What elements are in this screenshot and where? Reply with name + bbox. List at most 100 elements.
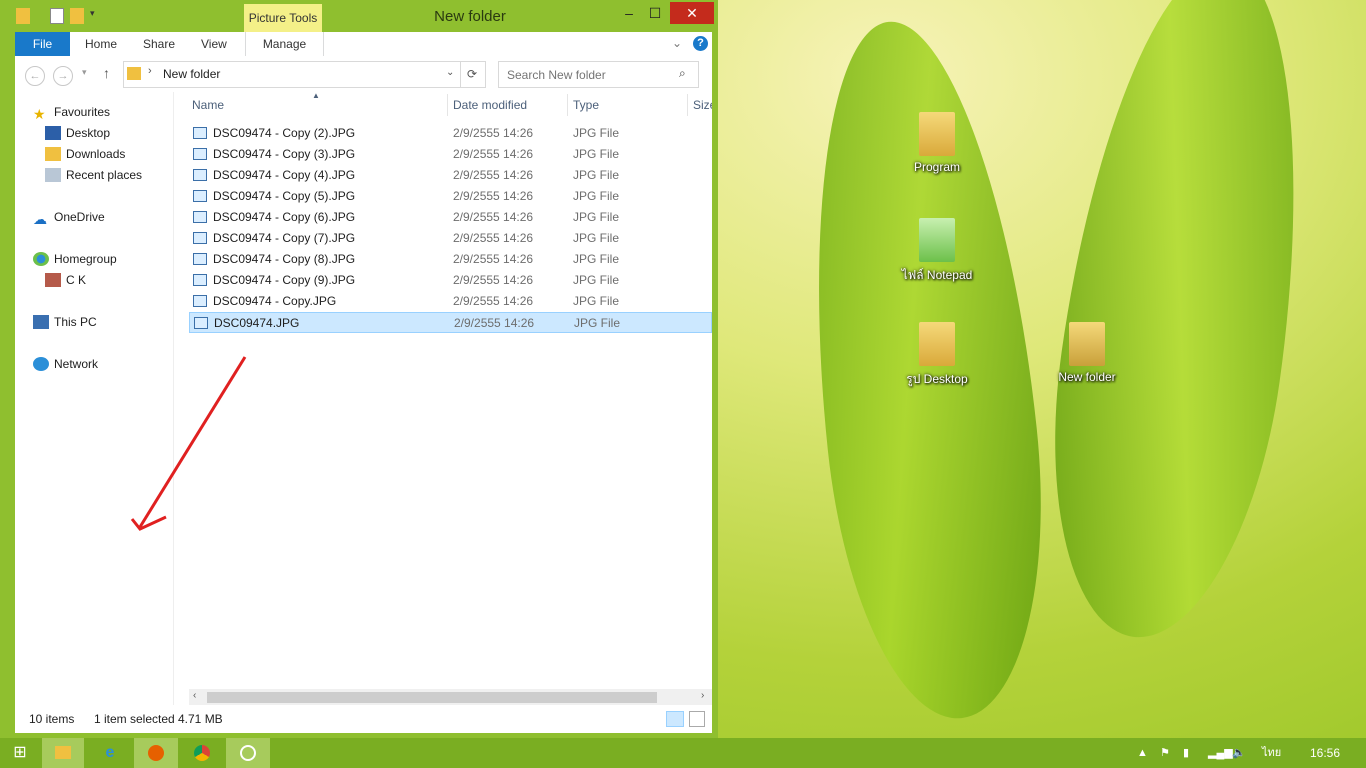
action-center-flag-icon[interactable]: ⚑ [1160, 738, 1170, 768]
forward-button[interactable]: → [53, 66, 73, 86]
nav-network[interactable]: Network [33, 354, 98, 374]
nav-homegroup[interactable]: Homegroup [33, 249, 117, 269]
title-bar: ▾ Picture Tools New folder – ☐ ✕ [0, 0, 718, 34]
table-row[interactable]: DSC09474 - Copy (6).JPG 2/9/2555 14:26 JPG… [189, 207, 712, 228]
volume-icon[interactable]: 🔈 [1232, 738, 1246, 768]
search-input[interactable] [505, 67, 669, 83]
jpg-file-icon [193, 295, 207, 307]
taskbar-file-explorer[interactable] [42, 738, 84, 768]
file-name: DSC09474 - Copy (9).JPG [213, 273, 356, 287]
power-icon[interactable]: ▮ [1183, 738, 1189, 768]
table-row[interactable]: DSC09474 - Copy (9).JPG 2/9/2555 14:26 JPG… [189, 270, 712, 291]
file-name: DSC09474 - Copy (7).JPG [213, 231, 356, 245]
folder-icon[interactable] [16, 8, 30, 24]
scrollbar-thumb[interactable] [207, 692, 657, 703]
maximize-button[interactable]: ☐ [640, 2, 670, 24]
column-header-type[interactable]: Type [573, 98, 599, 118]
close-button[interactable]: ✕ [670, 2, 714, 24]
column-divider[interactable] [567, 94, 568, 116]
file-name: DSC09474 - Copy (2).JPG [213, 126, 356, 140]
nav-favourites[interactable]: ★ Favourites [33, 102, 110, 122]
desktop-icon-desktop-pics[interactable]: รูป Desktop [892, 322, 982, 389]
start-button[interactable]: ⊞ [0, 738, 40, 768]
table-row[interactable]: DSC09474 - Copy.JPG 2/9/2555 14:26 JPG Fil… [189, 291, 712, 312]
large-icons-view-button[interactable] [689, 711, 705, 727]
breadcrumb-current[interactable]: New folder [163, 67, 220, 81]
internet-explorer-icon: e [105, 744, 115, 761]
nav-downloads[interactable]: Downloads [45, 144, 125, 164]
tab-home[interactable]: Home [85, 32, 117, 56]
nav-this-pc[interactable]: This PC [33, 312, 97, 332]
recent-locations-icon[interactable]: ▾ [82, 67, 87, 78]
clock[interactable]: 16:56 [1310, 738, 1340, 768]
show-hidden-icons-icon[interactable]: ▲ [1137, 738, 1148, 768]
nav-desktop[interactable]: Desktop [45, 123, 110, 143]
table-row[interactable]: DSC09474 - Copy (5).JPG 2/9/2555 14:26 JPG… [189, 186, 712, 207]
desktop-icon-program[interactable]: Program [892, 112, 982, 174]
desktop-icon-label: ไฟล์ Notepad [901, 268, 973, 282]
taskbar-chrome[interactable] [180, 738, 224, 768]
file-type: JPG File [573, 189, 620, 203]
paint-icon [240, 744, 256, 761]
column-divider[interactable] [447, 94, 448, 116]
desktop-icon-new-folder[interactable]: New folder [1042, 322, 1132, 384]
desktop-icon-notepad[interactable]: ไฟล์ Notepad [892, 218, 982, 285]
refresh-button[interactable]: ⟳ [459, 61, 486, 88]
table-row[interactable]: DSC09474.JPG 2/9/2555 14:26 JPG File [189, 312, 712, 333]
table-row[interactable]: DSC09474 - Copy (7).JPG 2/9/2555 14:26 JPG… [189, 228, 712, 249]
breadcrumb-chevron-icon[interactable]: › [148, 65, 152, 77]
nav-label: Homegroup [54, 252, 117, 266]
nav-label: Recent places [66, 168, 143, 182]
column-header-date-modified[interactable]: Date modified [453, 98, 527, 118]
network-signal-icon[interactable]: ▂▄▆ [1208, 738, 1233, 768]
help-icon[interactable]: ? [693, 36, 708, 51]
horizontal-scrollbar[interactable]: ‹ › [189, 689, 712, 705]
table-row[interactable]: DSC09474 - Copy (2).JPG 2/9/2555 14:26 JPG… [189, 123, 712, 144]
file-type: JPG File [573, 126, 620, 140]
nav-onedrive[interactable]: ☁ OneDrive [33, 207, 105, 227]
search-icon[interactable]: ⌕ [679, 66, 686, 81]
file-name: DSC09474 - Copy (8).JPG [213, 252, 356, 266]
table-row[interactable]: DSC09474 - Copy (8).JPG 2/9/2555 14:26 JPG… [189, 249, 712, 270]
jpg-file-icon [193, 211, 207, 223]
taskbar-paint[interactable] [226, 738, 270, 768]
table-row[interactable]: DSC09474 - Copy (4).JPG 2/9/2555 14:26 JPG… [189, 165, 712, 186]
address-field[interactable]: › New folder ⌄ [123, 61, 461, 88]
nav-label: Favourites [54, 105, 111, 119]
scroll-right-icon[interactable]: › [701, 690, 704, 701]
expand-ribbon-icon[interactable]: ⌄ [672, 36, 682, 50]
nav-recent-places[interactable]: Recent places [45, 165, 142, 185]
file-name: DSC09474.JPG [214, 316, 300, 330]
table-row[interactable]: DSC09474 - Copy (3).JPG 2/9/2555 14:26 JPG… [189, 144, 712, 165]
up-button[interactable]: ↑ [103, 65, 110, 81]
taskbar-firefox[interactable] [134, 738, 178, 768]
tab-share[interactable]: Share [143, 32, 175, 56]
tab-manage[interactable]: Manage [245, 32, 324, 56]
cloud-icon: ☁ [33, 211, 47, 227]
details-view-button[interactable] [666, 711, 684, 727]
file-date-modified: 2/9/2555 14:26 [453, 294, 534, 308]
tab-file[interactable]: File [15, 32, 70, 56]
nav-label: This PC [54, 315, 97, 329]
input-language[interactable]: ไทย [1262, 738, 1281, 768]
file-name: DSC09474 - Copy (4).JPG [213, 168, 356, 182]
folder-icon [919, 112, 955, 156]
nav-label: OneDrive [54, 210, 105, 224]
address-dropdown-icon[interactable]: ⌄ [446, 67, 454, 78]
desktop-icon [45, 126, 61, 140]
column-divider[interactable] [687, 94, 688, 116]
tab-view[interactable]: View [201, 32, 227, 56]
file-type: JPG File [573, 147, 620, 161]
search-box[interactable]: ⌕ [498, 61, 699, 88]
qat-dropdown-icon[interactable]: ▾ [90, 8, 104, 24]
new-folder-icon[interactable] [70, 8, 84, 24]
column-header-size[interactable]: Size [693, 98, 712, 118]
jpg-file-icon [193, 169, 207, 181]
nav-user[interactable]: C K [45, 270, 86, 290]
back-button[interactable]: ← [25, 66, 45, 86]
column-header-name[interactable]: Name [192, 98, 224, 118]
scroll-left-icon[interactable]: ‹ [193, 690, 196, 701]
taskbar-internet-explorer[interactable]: e [88, 738, 132, 768]
properties-icon[interactable] [50, 8, 64, 24]
file-type: JPG File [573, 294, 620, 308]
